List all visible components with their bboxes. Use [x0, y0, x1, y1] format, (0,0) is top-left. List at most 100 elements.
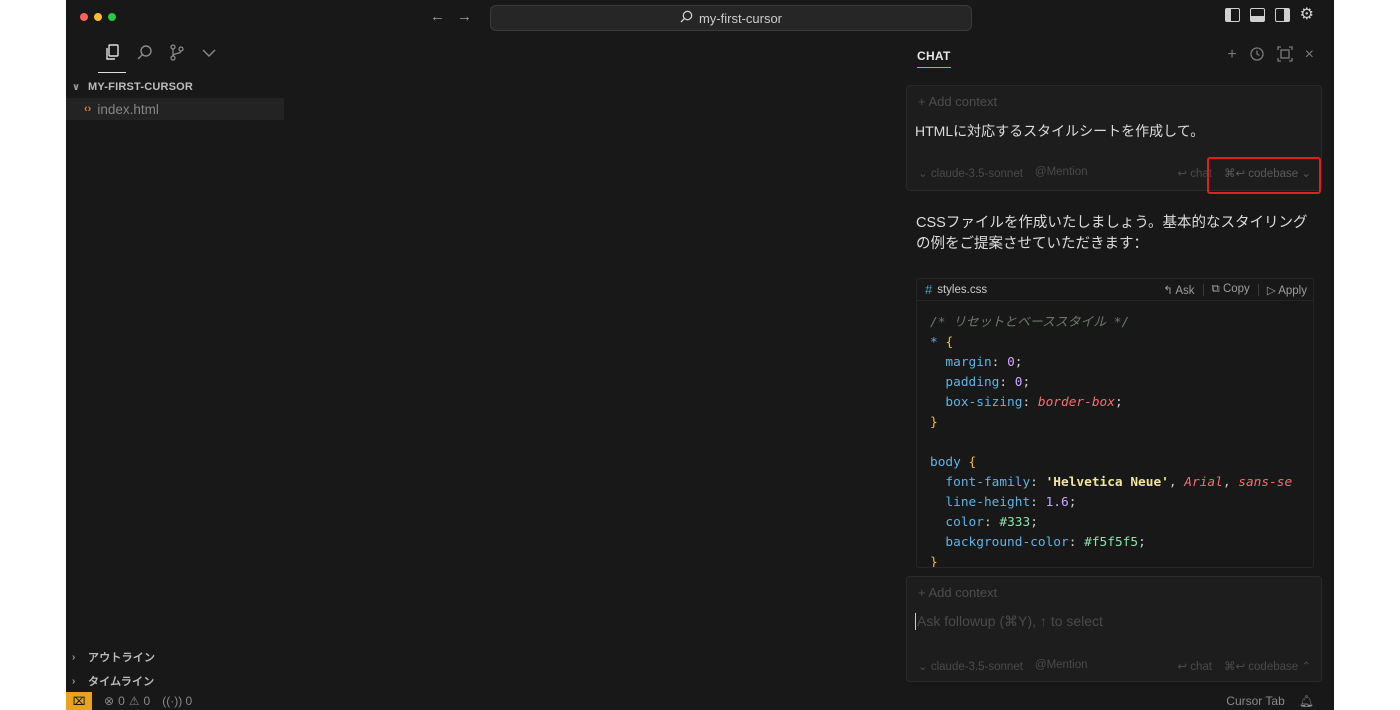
bell-icon[interactable]: 🔔︎ [1299, 694, 1314, 708]
status-bar: ⌧ ⊗ 0 ⚠ 0 ((·)) 0 Cursor Tab 🔔︎ [66, 692, 1334, 710]
input-footer-left: ⌄ claude-3.5-sonnet @Mention [918, 659, 1088, 673]
code-value: 'Helvetica Neue' [1045, 475, 1169, 490]
input-footer: ⌄ claude-3.5-sonnet @Mention ↩ chat ⌘↩ c… [907, 656, 1323, 678]
outline-label: アウトライン [88, 652, 156, 664]
ai-response-text: CSSファイルを作成いたしましょう。基本的なスタイリングの例をご提案させていただ… [916, 215, 1308, 252]
code-comment: /* リセットとベーススタイル */ [930, 315, 1130, 330]
status-right: Cursor Tab 🔔︎ [1226, 692, 1314, 710]
css-file-icon: # [925, 282, 933, 297]
chevron-down-icon: ∨ [72, 81, 81, 93]
sidebar-bottom-sections: › アウトライン › タイムライン [66, 646, 286, 692]
mention-button[interactable]: @Mention [1035, 166, 1088, 180]
code-block: # styles.css ↰ Ask ⧉ Copy ▷ Apply /* リセッ… [916, 278, 1314, 568]
back-arrow-icon[interactable]: ← [430, 8, 445, 25]
code-value: #333 [999, 515, 1031, 530]
error-count: 0 [118, 694, 125, 708]
code-filename-label: styles.css [937, 283, 988, 296]
warning-count: 0 [143, 694, 151, 708]
search-icon [680, 10, 693, 26]
input-footer: ⌄ claude-3.5-sonnet @Mention ↩ chat ⌘↩ c… [907, 157, 1323, 194]
divider [1202, 283, 1204, 296]
divider [1257, 283, 1259, 296]
file-item-index-html[interactable]: ‹› index.html [66, 98, 284, 120]
add-context-button[interactable]: + Add context [918, 585, 997, 600]
minimize-window-button[interactable] [94, 13, 102, 21]
code-block-header: # styles.css ↰ Ask ⧉ Copy ▷ Apply [917, 279, 1313, 301]
followup-input-card[interactable]: + Add context Ask followup (⌘Y), ↑ to se… [906, 576, 1322, 682]
maximize-icon[interactable] [1277, 46, 1293, 67]
chevron-down-icon[interactable] [201, 44, 217, 73]
source-control-icon[interactable] [169, 44, 185, 73]
highlight-box [1207, 157, 1321, 194]
followup-input[interactable]: Ask followup (⌘Y), ↑ to select [915, 613, 1103, 630]
project-folder-header[interactable]: ∨ MY-FIRST-CURSOR [66, 76, 286, 98]
explorer-icon[interactable] [98, 44, 126, 73]
copy-label: Copy [1222, 282, 1250, 295]
code-property: background-color [945, 535, 1069, 550]
chat-header-actions: + × [1227, 46, 1314, 67]
model-label: claude-3.5-sonnet [930, 661, 1023, 673]
apply-label: Apply [1278, 284, 1307, 297]
problems-indicator[interactable]: ⊗ 0 ⚠ 0 [104, 694, 150, 708]
activity-bar [66, 36, 286, 76]
broadcast-icon: ((·)) [162, 694, 183, 708]
code-value: 0 [1007, 355, 1015, 370]
user-message: HTMLに対応するスタイルシートを作成して。 [915, 123, 1205, 139]
code-value: border-box [1037, 395, 1115, 410]
new-chat-icon[interactable]: + [1227, 46, 1236, 67]
toggle-primary-sidebar-icon[interactable] [1224, 8, 1240, 22]
tab-chat[interactable]: CHAT [917, 49, 951, 68]
navigation-arrows: ← → [430, 8, 472, 25]
apply-button[interactable]: ▷ Apply [1267, 283, 1307, 297]
chat-submit-button[interactable]: ↩ chat [1177, 659, 1212, 673]
ask-label: Ask [1175, 284, 1195, 297]
code-actions: ↰ Ask ⧉ Copy ▷ Apply [1163, 283, 1307, 297]
app-window: ← → my-first-cursor ⚙ ∨ MY-FIRST-CURSOR … [66, 0, 1334, 710]
model-selector[interactable]: ⌄ claude-3.5-sonnet [918, 166, 1023, 180]
maximize-window-button[interactable] [108, 13, 116, 21]
code-selector: * [930, 335, 938, 350]
input-footer-right: ↩ chat ⌘↩ codebase ⌃ [1177, 659, 1311, 673]
html-file-icon: ‹› [84, 103, 92, 115]
codebase-submit-button[interactable]: ⌘↩ codebase ⌃ [1224, 659, 1311, 673]
toggle-secondary-sidebar-icon[interactable] [1274, 8, 1290, 22]
history-icon[interactable] [1249, 46, 1265, 67]
title-bar: ← → my-first-cursor ⚙ [66, 0, 1334, 36]
model-selector[interactable]: ⌄ claude-3.5-sonnet [918, 659, 1023, 673]
chevron-right-icon: › [72, 651, 76, 663]
chat-header: CHAT + × [906, 36, 1334, 76]
timeline-section-header[interactable]: › タイムライン [66, 670, 286, 692]
add-context-label: Add context [928, 94, 998, 109]
code-property: box-sizing [945, 395, 1023, 410]
close-icon[interactable]: × [1305, 46, 1314, 67]
ask-button[interactable]: ↰ Ask [1163, 283, 1194, 297]
window-controls [80, 13, 116, 21]
add-context-label: Add context [928, 585, 998, 600]
cursor-tab-status[interactable]: Cursor Tab [1226, 694, 1284, 708]
add-context-button[interactable]: + Add context [918, 94, 997, 109]
close-window-button[interactable] [80, 13, 88, 21]
toggle-panel-icon[interactable] [1249, 8, 1265, 22]
chevron-right-icon: › [72, 675, 76, 687]
command-center-search[interactable]: my-first-cursor [490, 5, 972, 31]
copy-button[interactable]: ⧉ Copy [1212, 283, 1250, 297]
code-property: padding [945, 375, 1000, 390]
forward-arrow-icon[interactable]: → [457, 8, 472, 25]
mention-button[interactable]: @Mention [1035, 659, 1088, 673]
layout-controls: ⚙ [1224, 7, 1314, 23]
outline-section-header[interactable]: › アウトライン [66, 646, 286, 668]
ports-indicator[interactable]: ((·)) 0 [162, 694, 192, 708]
codebase-label: codebase [1248, 661, 1299, 673]
project-name: MY-FIRST-CURSOR [88, 81, 194, 93]
error-icon: ⊗ [104, 694, 115, 708]
code-value: sans-se [1238, 475, 1293, 490]
search-icon[interactable] [136, 44, 153, 73]
model-label: claude-3.5-sonnet [930, 168, 1023, 180]
code-selector: body [930, 455, 961, 470]
ports-count: 0 [185, 694, 193, 708]
remote-indicator-icon[interactable]: ⌧ [66, 692, 92, 710]
sent-message-card[interactable]: + Add context HTMLに対応するスタイルシートを作成して。 ⌄ c… [906, 85, 1323, 194]
code-property: color [945, 515, 984, 530]
gear-icon[interactable]: ⚙ [1300, 7, 1314, 23]
code-content: /* リセットとベーススタイル */ * { margin: 0; paddin… [930, 315, 1293, 568]
